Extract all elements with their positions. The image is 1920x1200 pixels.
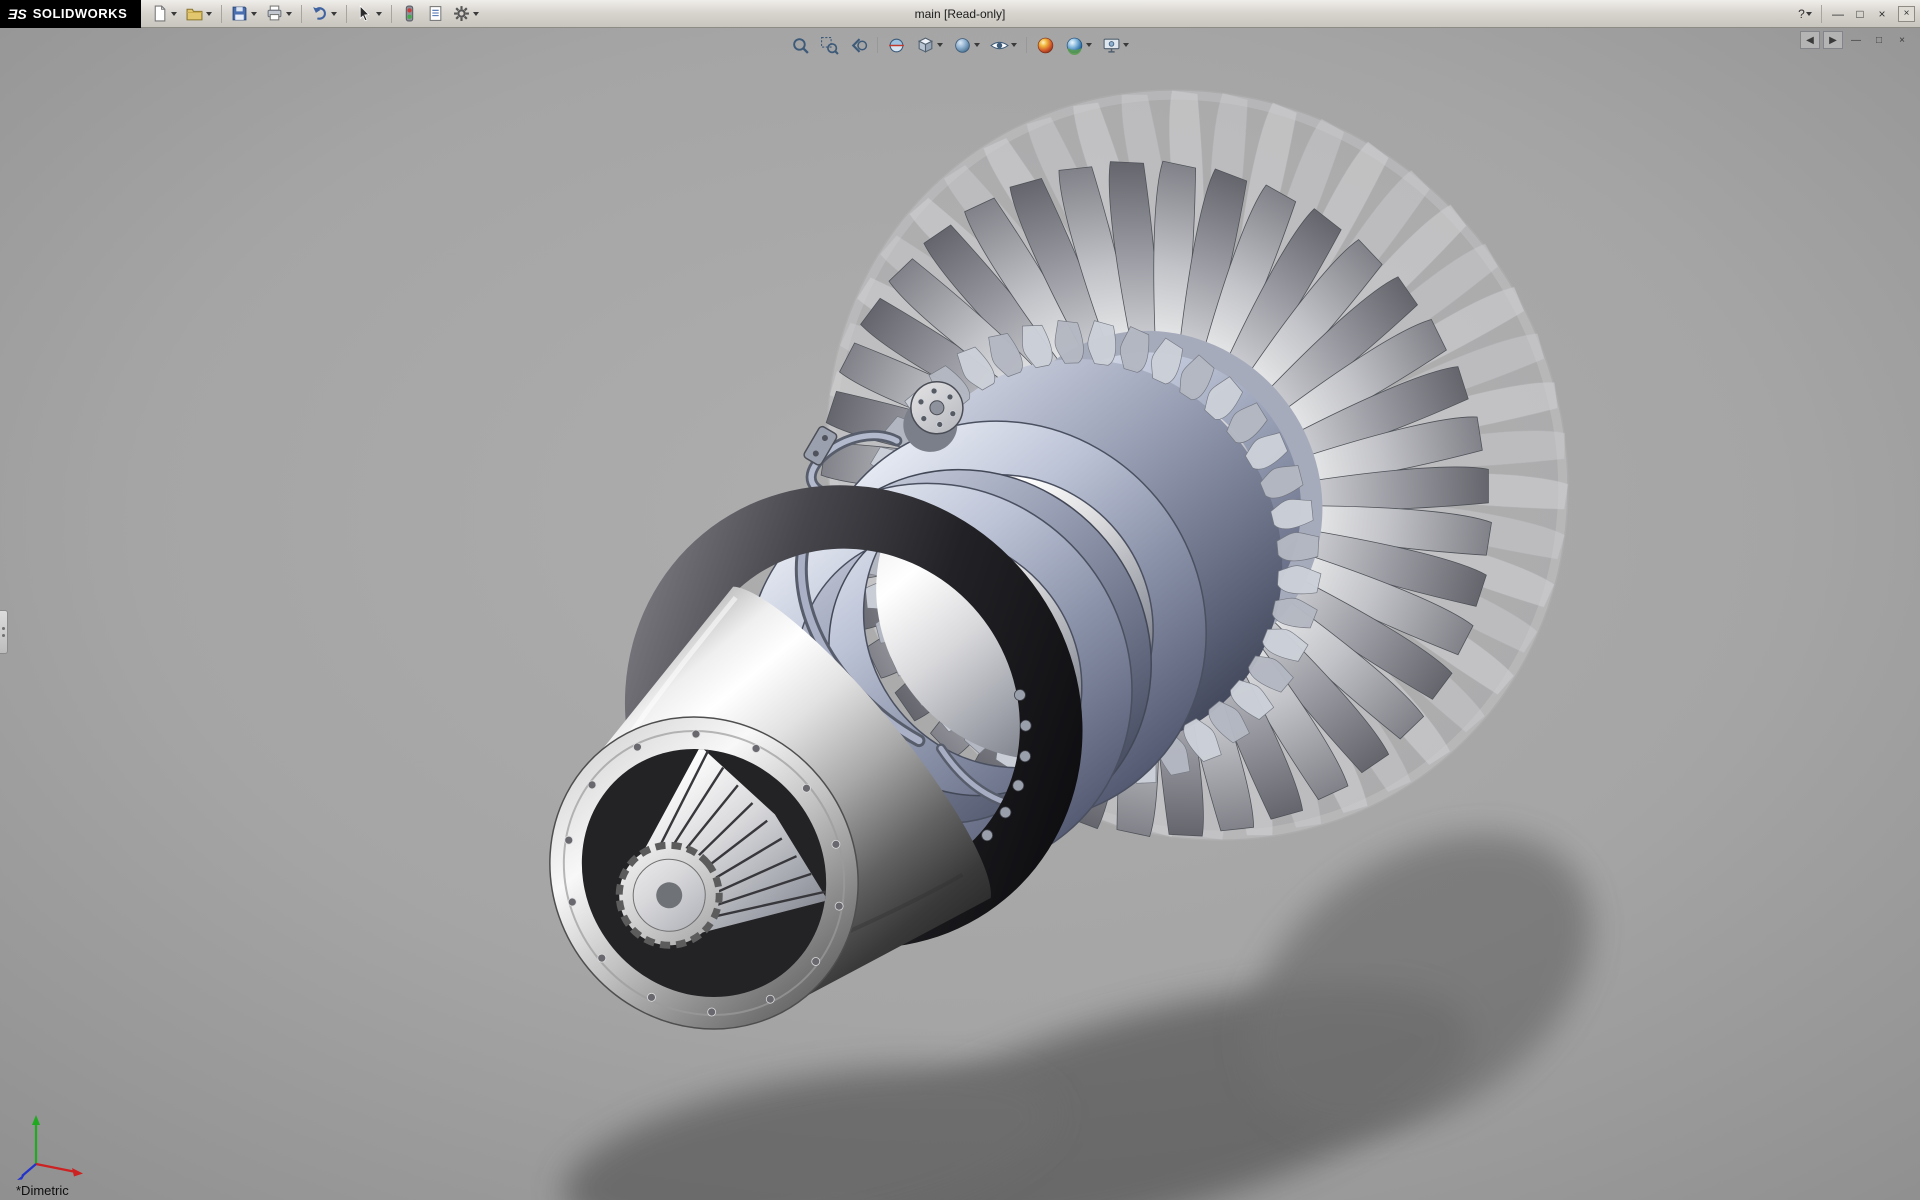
options-button[interactable] xyxy=(449,2,483,26)
close-button[interactable]: × xyxy=(1872,4,1892,24)
document-close-button[interactable]: × xyxy=(1892,31,1912,49)
display-style-icon xyxy=(953,36,972,55)
save-button[interactable] xyxy=(227,2,261,26)
hide-show-items-button[interactable] xyxy=(986,33,1021,57)
zoom-to-fit-button[interactable] xyxy=(787,33,814,57)
window-controls: ? — □ × × xyxy=(1795,4,1920,24)
toolbar-separator xyxy=(221,5,222,23)
previous-view-icon xyxy=(849,36,868,55)
solidworks-logo: ƎS SOLIDWORKS xyxy=(0,0,141,28)
dropdown-caret-icon xyxy=(376,12,382,16)
file-properties-button[interactable] xyxy=(423,2,448,26)
select-cursor-icon xyxy=(356,5,373,22)
help-button[interactable]: ? xyxy=(1795,4,1815,24)
undo-button[interactable] xyxy=(307,2,341,26)
graphics-viewport[interactable]: ◀ ▶ — □ × *Dimetric xyxy=(0,28,1920,1200)
panel-close-button[interactable]: × xyxy=(1898,6,1915,22)
dropdown-caret-icon xyxy=(251,12,257,16)
new-document-button[interactable] xyxy=(147,2,181,26)
view-orientation-button[interactable] xyxy=(912,33,947,57)
viewport-3d-scene[interactable] xyxy=(0,28,1920,1200)
undo-arrow-icon xyxy=(311,5,328,22)
dropdown-caret-icon xyxy=(974,43,980,47)
save-floppy-icon xyxy=(231,5,248,22)
section-view-button[interactable] xyxy=(883,33,910,57)
heads-up-view-toolbar xyxy=(787,33,1133,57)
toolbar-separator xyxy=(301,5,302,23)
apply-scene-button[interactable] xyxy=(1061,33,1096,57)
dropdown-caret-icon xyxy=(1086,43,1092,47)
dropdown-caret-icon xyxy=(331,12,337,16)
standard-toolbar xyxy=(141,2,489,26)
restore-button[interactable]: □ xyxy=(1850,4,1870,24)
view-settings-button[interactable] xyxy=(1098,33,1133,57)
new-document-icon xyxy=(151,5,168,22)
zoom-to-fit-icon xyxy=(791,36,810,55)
previous-view-button[interactable] xyxy=(845,33,872,57)
display-style-button[interactable] xyxy=(949,33,984,57)
document-minimize-button[interactable]: — xyxy=(1846,31,1866,49)
minimize-button[interactable]: — xyxy=(1828,4,1848,24)
print-icon xyxy=(266,5,283,22)
section-view-icon xyxy=(887,36,906,55)
dropdown-caret-icon xyxy=(1011,43,1017,47)
toolbar-separator xyxy=(1821,5,1822,23)
rebuild-stoplight-icon xyxy=(401,5,418,22)
help-glyph: ? xyxy=(1798,7,1805,21)
toolbar-separator xyxy=(346,5,347,23)
view-orientation-cube-icon xyxy=(916,36,935,55)
options-gear-icon xyxy=(453,5,470,22)
view-orientation-label: *Dimetric xyxy=(16,1183,69,1198)
toolbar-separator xyxy=(391,5,392,23)
zoom-to-area-button[interactable] xyxy=(816,33,843,57)
edit-appearance-button[interactable] xyxy=(1032,33,1059,57)
3ds-logo-mark: ƎS xyxy=(8,6,27,22)
document-window-controls: ◀ ▶ — □ × xyxy=(1800,31,1912,49)
rebuild-stoplight-button[interactable] xyxy=(397,2,422,26)
toolbar-separator xyxy=(877,37,878,53)
dropdown-caret-icon xyxy=(206,12,212,16)
dropdown-caret-icon xyxy=(473,12,479,16)
select-button[interactable] xyxy=(352,2,386,26)
edit-appearance-ball-icon xyxy=(1036,36,1055,55)
hide-show-eye-icon xyxy=(990,36,1009,55)
open-button[interactable] xyxy=(182,2,216,26)
titlebar: ƎS SOLIDWORKS xyxy=(0,0,1920,28)
dropdown-caret-icon xyxy=(1806,12,1812,16)
brand-name: SOLIDWORKS xyxy=(33,6,128,21)
print-button[interactable] xyxy=(262,2,296,26)
dropdown-caret-icon xyxy=(171,12,177,16)
file-properties-icon xyxy=(427,5,444,22)
dropdown-caret-icon xyxy=(937,43,943,47)
orientation-triad xyxy=(12,1108,104,1184)
document-restore-button[interactable]: □ xyxy=(1869,31,1889,49)
zoom-to-area-icon xyxy=(820,36,839,55)
collapse-right-pane-button[interactable]: ▶ xyxy=(1823,31,1843,49)
collapse-left-pane-button[interactable]: ◀ xyxy=(1800,31,1820,49)
triad-x-axis xyxy=(36,1164,76,1172)
dropdown-caret-icon xyxy=(286,12,292,16)
apply-scene-ball-icon xyxy=(1065,36,1084,55)
view-settings-icon xyxy=(1102,36,1121,55)
document-title: main [Read-only] xyxy=(915,7,1006,21)
toolbar-separator xyxy=(1026,37,1027,53)
dropdown-caret-icon xyxy=(1123,43,1129,47)
panel-splitter-handle[interactable] xyxy=(0,610,8,654)
open-folder-icon xyxy=(186,5,203,22)
